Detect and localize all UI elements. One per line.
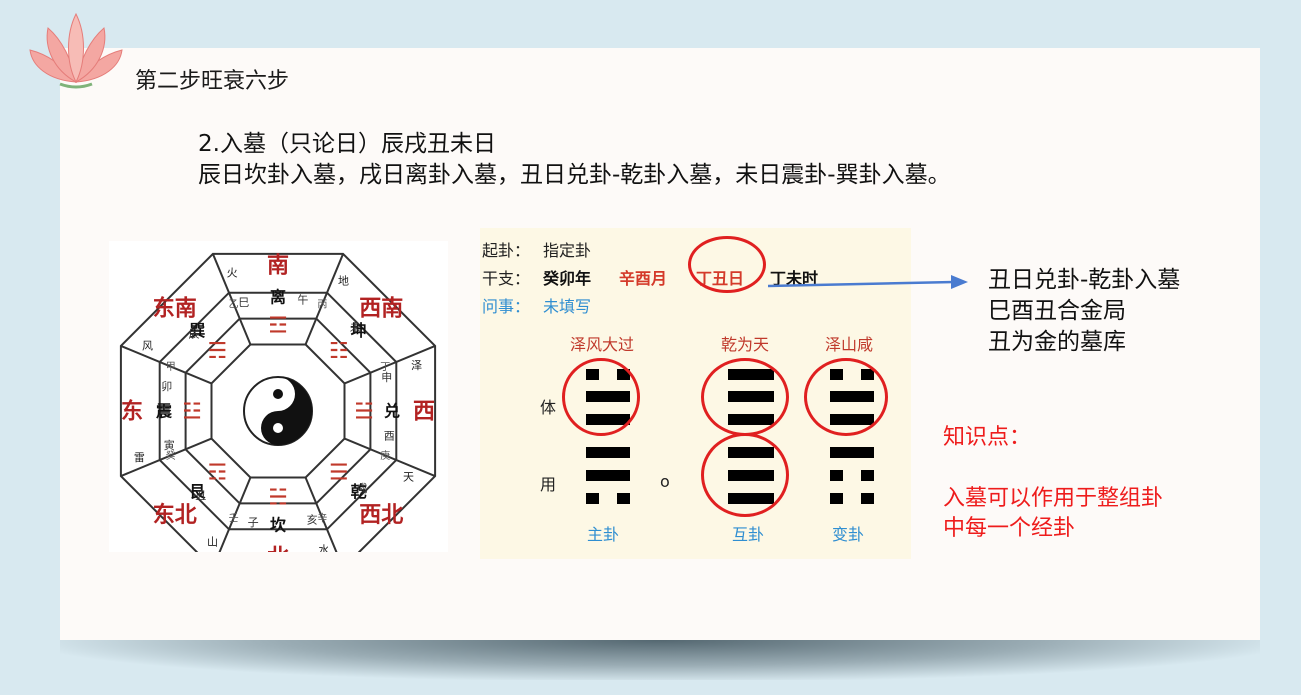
bagua-element: 水 [318, 543, 329, 552]
gua-line-0-5-b [617, 493, 630, 504]
bagua-trigram-symbol: ☳ [182, 400, 202, 425]
bagua-branch: 午 [297, 294, 308, 307]
highlight-circle-changed-upper [804, 358, 888, 436]
bagua-stem: 乙 [229, 298, 239, 310]
bagua-trigram-name: 离 [270, 288, 286, 307]
bagua-element: 雷 [134, 451, 145, 464]
gua-line-2-5-b [861, 493, 874, 504]
bagua-branch: 戌 [356, 482, 367, 495]
rule-line-1: 2.入墓（只论日）辰戌丑未日 [198, 131, 496, 157]
bagua-element: 山 [207, 535, 218, 548]
ti-label: 体 [540, 398, 557, 417]
wenshi-label: 问事： [482, 297, 531, 316]
bagua-element: 泽 [411, 359, 422, 372]
qigua-label: 起卦： [482, 241, 531, 260]
bagua-element: 火 [227, 266, 238, 279]
step-title: 第二步旺衰六步 [135, 69, 290, 94]
arrow-icon [768, 275, 968, 289]
rule-line-2: 辰日坎卦入墓，戌日离卦入墓，丑日兑卦-乾卦入墓，未日震卦-巽卦入墓。 [198, 162, 951, 188]
bagua-direction: 西南 [359, 297, 403, 322]
bagua-direction: 西 [413, 400, 435, 425]
wenshi-value: 未填写 [543, 297, 592, 316]
gua-line-2-3 [830, 447, 874, 458]
gua-line-2-4-a [830, 470, 843, 481]
note-line-3: 丑为金的墓库 [988, 329, 1126, 355]
highlight-circle-main-upper [562, 358, 640, 436]
gua-name-main: 泽风大过 [570, 335, 635, 354]
bagua-direction: 西北 [359, 503, 403, 528]
bagua-branch: 巳 [238, 296, 249, 309]
bagua-trigram-symbol: ☲ [268, 314, 288, 339]
gua-line-0-3 [586, 447, 630, 458]
gua-line-0-5-a [586, 493, 599, 504]
bagua-branch: 子 [248, 516, 259, 529]
highlight-circle-mutual-upper [701, 358, 789, 436]
bagua-stem: 庚 [380, 449, 390, 462]
bagua-element: 天 [403, 470, 414, 483]
bagua-element: 地 [338, 274, 349, 287]
ganzhi-label: 干支： [482, 269, 531, 288]
qigua-value: 指定卦 [543, 241, 592, 260]
note-line-1: 丑日兑卦-乾卦入墓 [988, 267, 1181, 293]
slide-shadow [60, 640, 1260, 680]
bagua-direction: 东南 [153, 296, 197, 322]
gua-line-2-4-b [861, 470, 874, 481]
bagua-direction: 南 [267, 254, 289, 279]
bagua-trigram-symbol: ☵ [268, 486, 288, 511]
knowledge-body-2: 中每一个经卦 [943, 516, 1076, 541]
bagua-branch: 酉 [384, 430, 395, 443]
gua-name-mutual: 乾为天 [721, 335, 770, 354]
gua-label-mutual: 互卦 [732, 525, 765, 544]
bagua-diagram: 南火离☲西南地坤☷西泽兑☱西北天乾☰北水坎☵东北山艮☶东雷震☳东南风巽☴午未申酉… [109, 241, 448, 552]
bagua-trigram-name: 震 [155, 402, 173, 421]
bagua-stem: 辛 [317, 512, 327, 525]
bagua-branch: 亥 [307, 513, 318, 527]
gua-name-changed: 泽山咸 [825, 335, 874, 354]
highlight-circle-day [688, 236, 766, 293]
bagua-trigram-symbol: ☱ [354, 400, 374, 425]
lotus-icon [29, 12, 123, 89]
bagua-branch: 辰 [189, 328, 200, 341]
bagua-branch: 寅 [164, 438, 175, 452]
ganzhi-year: 癸卯年 [543, 269, 592, 288]
yong-label: 用 [540, 475, 557, 494]
bagua-branch: 丑 [195, 489, 206, 502]
bagua-stem: 甲 [166, 362, 176, 373]
bagua-trigram-symbol: ☴ [207, 339, 227, 364]
highlight-circle-mutual-lower [701, 433, 789, 517]
gua-label-changed: 变卦 [832, 525, 865, 544]
bagua-stem: 壬 [229, 513, 239, 525]
bagua-direction: 东北 [153, 502, 197, 528]
gua-label-main: 主卦 [587, 525, 620, 544]
bagua-stem: 丁 [380, 362, 390, 373]
gua-line-2-5-a [830, 493, 843, 504]
bagua-trigram-symbol: ☰ [329, 461, 349, 486]
ganzhi-month: 辛酉月 [619, 269, 668, 288]
bagua-branch: 未 [350, 321, 361, 334]
gua-line-0-4 [586, 470, 630, 481]
bagua-stem: 癸 [166, 449, 176, 462]
bagua-trigram-name: 兑 [384, 402, 400, 421]
knowledge-title: 知识点： [943, 425, 1032, 450]
bagua-trigram-symbol: ☶ [207, 461, 227, 486]
bagua-trigram-name: 坎 [270, 516, 286, 535]
bagua-branch: 卯 [161, 380, 172, 393]
note-line-2: 巳酉丑合金局 [988, 298, 1126, 324]
bagua-svg: 南火离☲西南地坤☷西泽兑☱西北天乾☰北水坎☵东北山艮☶东雷震☳东南风巽☴午未申酉… [119, 252, 437, 552]
knowledge-body-1: 入墓可以作用于整组卦 [943, 486, 1164, 511]
bagua-stem: 丙 [317, 299, 327, 310]
moving-line-mark: o [660, 472, 670, 491]
bagua-direction: 东 [121, 399, 143, 425]
bagua-direction: 北 [267, 546, 289, 552]
bagua-trigram-symbol: ☷ [329, 339, 349, 364]
bagua-element: 风 [142, 339, 153, 352]
